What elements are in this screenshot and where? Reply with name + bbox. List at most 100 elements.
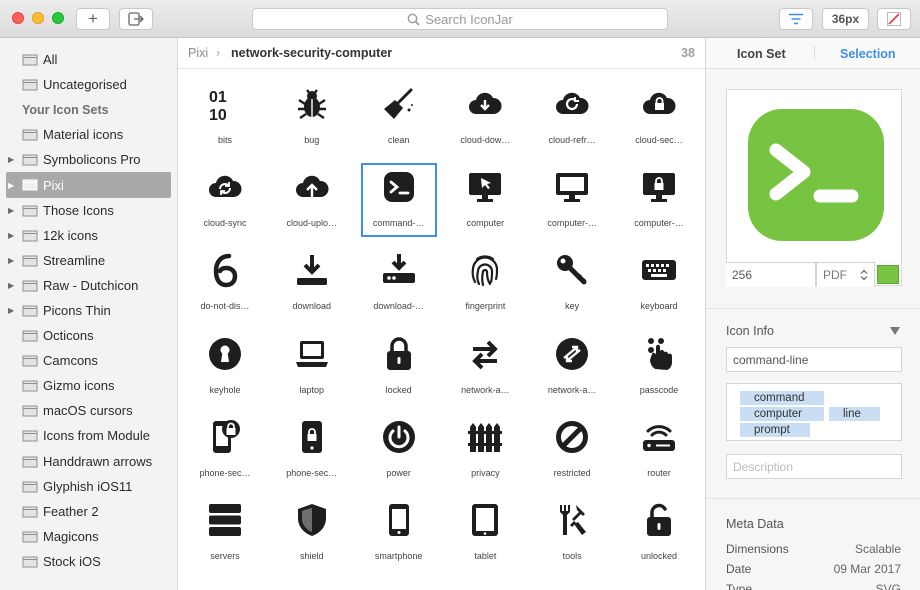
add-button[interactable]: + xyxy=(76,8,110,30)
icon-grid-item[interactable]: computer-… xyxy=(621,163,697,237)
icon-grid-item[interactable]: cloud-uplo… xyxy=(274,163,350,237)
icon-grid-item[interactable]: phone-sec… xyxy=(187,413,263,487)
icon-grid-item[interactable]: smartphone xyxy=(361,496,437,570)
icon-grid-item[interactable]: command-… xyxy=(360,163,437,238)
icon-grid-item[interactable]: tools xyxy=(534,496,610,570)
tray-icon xyxy=(22,79,38,91)
breadcrumb-parent[interactable]: Pixi xyxy=(188,46,208,60)
icon-grid-item[interactable]: cloud-sync xyxy=(187,163,263,237)
filter-button[interactable] xyxy=(779,8,813,30)
icon-grid-label: do-not-dis… xyxy=(200,301,250,312)
collapse-triangle-icon[interactable] xyxy=(890,327,900,335)
icon-grid-item[interactable]: keyboard xyxy=(621,246,697,320)
format-select[interactable]: PDF xyxy=(816,262,875,287)
icon-grid-item[interactable]: shield xyxy=(274,496,350,570)
sidebar-item-icon-set[interactable]: Octicons xyxy=(0,323,177,348)
tag-chip[interactable]: prompt xyxy=(740,423,810,437)
sidebar-item-icon-set[interactable]: ▶ Symbolicons Pro xyxy=(0,147,177,172)
sidebar-item-icon-set[interactable]: Stock iOS xyxy=(0,549,177,574)
icon-grid-label: unlocked xyxy=(640,551,678,561)
color-button[interactable] xyxy=(877,8,911,30)
icon-grid-item[interactable]: cloud-sec… xyxy=(621,80,697,154)
color-swatch[interactable] xyxy=(877,265,899,284)
search-input[interactable]: Search IconJar xyxy=(252,8,668,30)
icon-grid-item[interactable]: 01 10 bits xyxy=(187,80,263,154)
icon-grid-item[interactable]: computer xyxy=(447,163,523,237)
icon-grid-item[interactable]: network-a… xyxy=(534,330,610,404)
disclosure-triangle-icon[interactable]: ▶ xyxy=(8,256,14,265)
sidebar-item-icon-set[interactable]: Feather 2 xyxy=(0,499,177,524)
export-button[interactable] xyxy=(119,8,153,30)
sidebar-item-icon-set[interactable]: Gizmo icons xyxy=(0,373,177,398)
computer-icon xyxy=(556,173,589,203)
icon-grid-item[interactable]: phone-sec… xyxy=(274,413,350,487)
section-header-label: Your Icon Sets xyxy=(22,102,109,117)
servers-icon xyxy=(209,504,241,536)
icon-grid-item[interactable]: router xyxy=(621,413,697,487)
disclosure-triangle-icon[interactable]: ▶ xyxy=(8,181,14,190)
icon-grid-item[interactable]: restricted xyxy=(534,413,610,487)
sidebar-item-icon-set[interactable]: Glyphish iOS11 xyxy=(0,474,177,499)
export-size-field[interactable]: 256 xyxy=(726,262,816,287)
icon-grid-item[interactable]: passcode xyxy=(621,330,697,404)
sidebar-item-icon-set[interactable]: ▶ Pixi xyxy=(6,172,171,198)
sidebar-item-icon-set[interactable]: Material icons xyxy=(0,122,177,147)
icon-grid-item[interactable]: fingerprint xyxy=(447,246,523,320)
sidebar-item-icon-set[interactable]: macOS cursors xyxy=(0,398,177,423)
icon-grid-item[interactable]: do-not-dis… xyxy=(187,246,263,320)
icon-grid-item[interactable]: unlocked xyxy=(621,496,697,570)
disclosure-triangle-icon[interactable]: ▶ xyxy=(8,231,14,240)
icon-grid-item[interactable]: key xyxy=(534,246,610,320)
passcode-icon xyxy=(648,337,672,370)
icon-grid-item[interactable]: servers xyxy=(187,496,263,570)
icon-grid-item[interactable]: locked xyxy=(361,330,437,404)
description-field[interactable]: Description xyxy=(726,454,902,479)
sidebar-item-icon-set[interactable]: ▶ Raw - Dutchicon xyxy=(0,273,177,298)
disclosure-triangle-icon[interactable]: ▶ xyxy=(8,206,14,215)
icon-grid-item[interactable]: power xyxy=(361,413,437,487)
tab-selection[interactable]: Selection xyxy=(840,47,896,61)
tags-field[interactable]: command computer line prompt xyxy=(726,383,902,441)
disclosure-triangle-icon[interactable]: ▶ xyxy=(8,281,14,290)
sidebar-item-icon-set[interactable]: Magicons xyxy=(0,524,177,549)
tag-chip[interactable]: line xyxy=(829,407,880,421)
tag-chip[interactable]: command xyxy=(740,391,824,405)
icon-name-field[interactable]: command-line xyxy=(726,347,902,372)
icon-grid-item[interactable]: laptop xyxy=(274,330,350,404)
icon-grid-label: passcode xyxy=(639,384,679,395)
unlock-icon xyxy=(647,503,671,536)
icon-grid-item[interactable]: network-a… xyxy=(447,330,523,404)
sidebar-item-label: Glyphish iOS11 xyxy=(43,478,133,494)
icon-grid-item[interactable]: tablet xyxy=(447,496,523,570)
zoom-window-button[interactable] xyxy=(52,12,64,24)
disclosure-triangle-icon[interactable]: ▶ xyxy=(8,306,14,315)
icon-grid-item[interactable]: keyhole xyxy=(187,330,263,404)
sidebar-item-icon-set[interactable]: Icons from Module xyxy=(0,423,177,448)
sidebar-item-icon-set[interactable]: ▶ 12k icons xyxy=(0,223,177,248)
icon-grid-item[interactable]: privacy xyxy=(447,413,523,487)
icon-grid-item[interactable]: cloud-refr… xyxy=(534,80,610,154)
sidebar-item-all[interactable]: All xyxy=(0,47,177,72)
sidebar-item-uncategorised[interactable]: Uncategorised xyxy=(0,72,177,97)
sidebar-item-icon-set[interactable]: Handdrawn arrows xyxy=(0,449,177,474)
close-window-button[interactable] xyxy=(12,12,24,24)
icon-grid-item[interactable]: clean xyxy=(361,80,437,154)
minimize-window-button[interactable] xyxy=(32,12,44,24)
folder-icon xyxy=(22,154,38,166)
meta-data-header: Meta Data xyxy=(726,517,784,531)
tag-chip[interactable]: computer xyxy=(740,407,824,421)
icon-grid-item[interactable]: cloud-dow… xyxy=(447,80,523,154)
sidebar-item-icon-set[interactable]: ▶ Picons Thin xyxy=(0,298,177,323)
icon-grid-item[interactable]: download xyxy=(274,246,350,320)
divider xyxy=(706,308,920,309)
icon-grid-item[interactable]: download-… xyxy=(361,246,437,320)
sidebar-item-icon-set[interactable]: ▶ Streamline xyxy=(0,248,177,273)
disclosure-triangle-icon[interactable]: ▶ xyxy=(8,155,14,164)
sidebar-item-icon-set[interactable]: ▶ Those Icons xyxy=(0,198,177,223)
sidebar-item-label: Octicons xyxy=(43,328,94,344)
icon-size-button[interactable]: 36px xyxy=(822,8,869,30)
tab-icon-set[interactable]: Icon Set xyxy=(737,47,786,61)
icon-grid-item[interactable]: bug xyxy=(274,80,350,154)
icon-grid-item[interactable]: computer-… xyxy=(534,163,610,237)
sidebar-item-icon-set[interactable]: Camcons xyxy=(0,348,177,373)
